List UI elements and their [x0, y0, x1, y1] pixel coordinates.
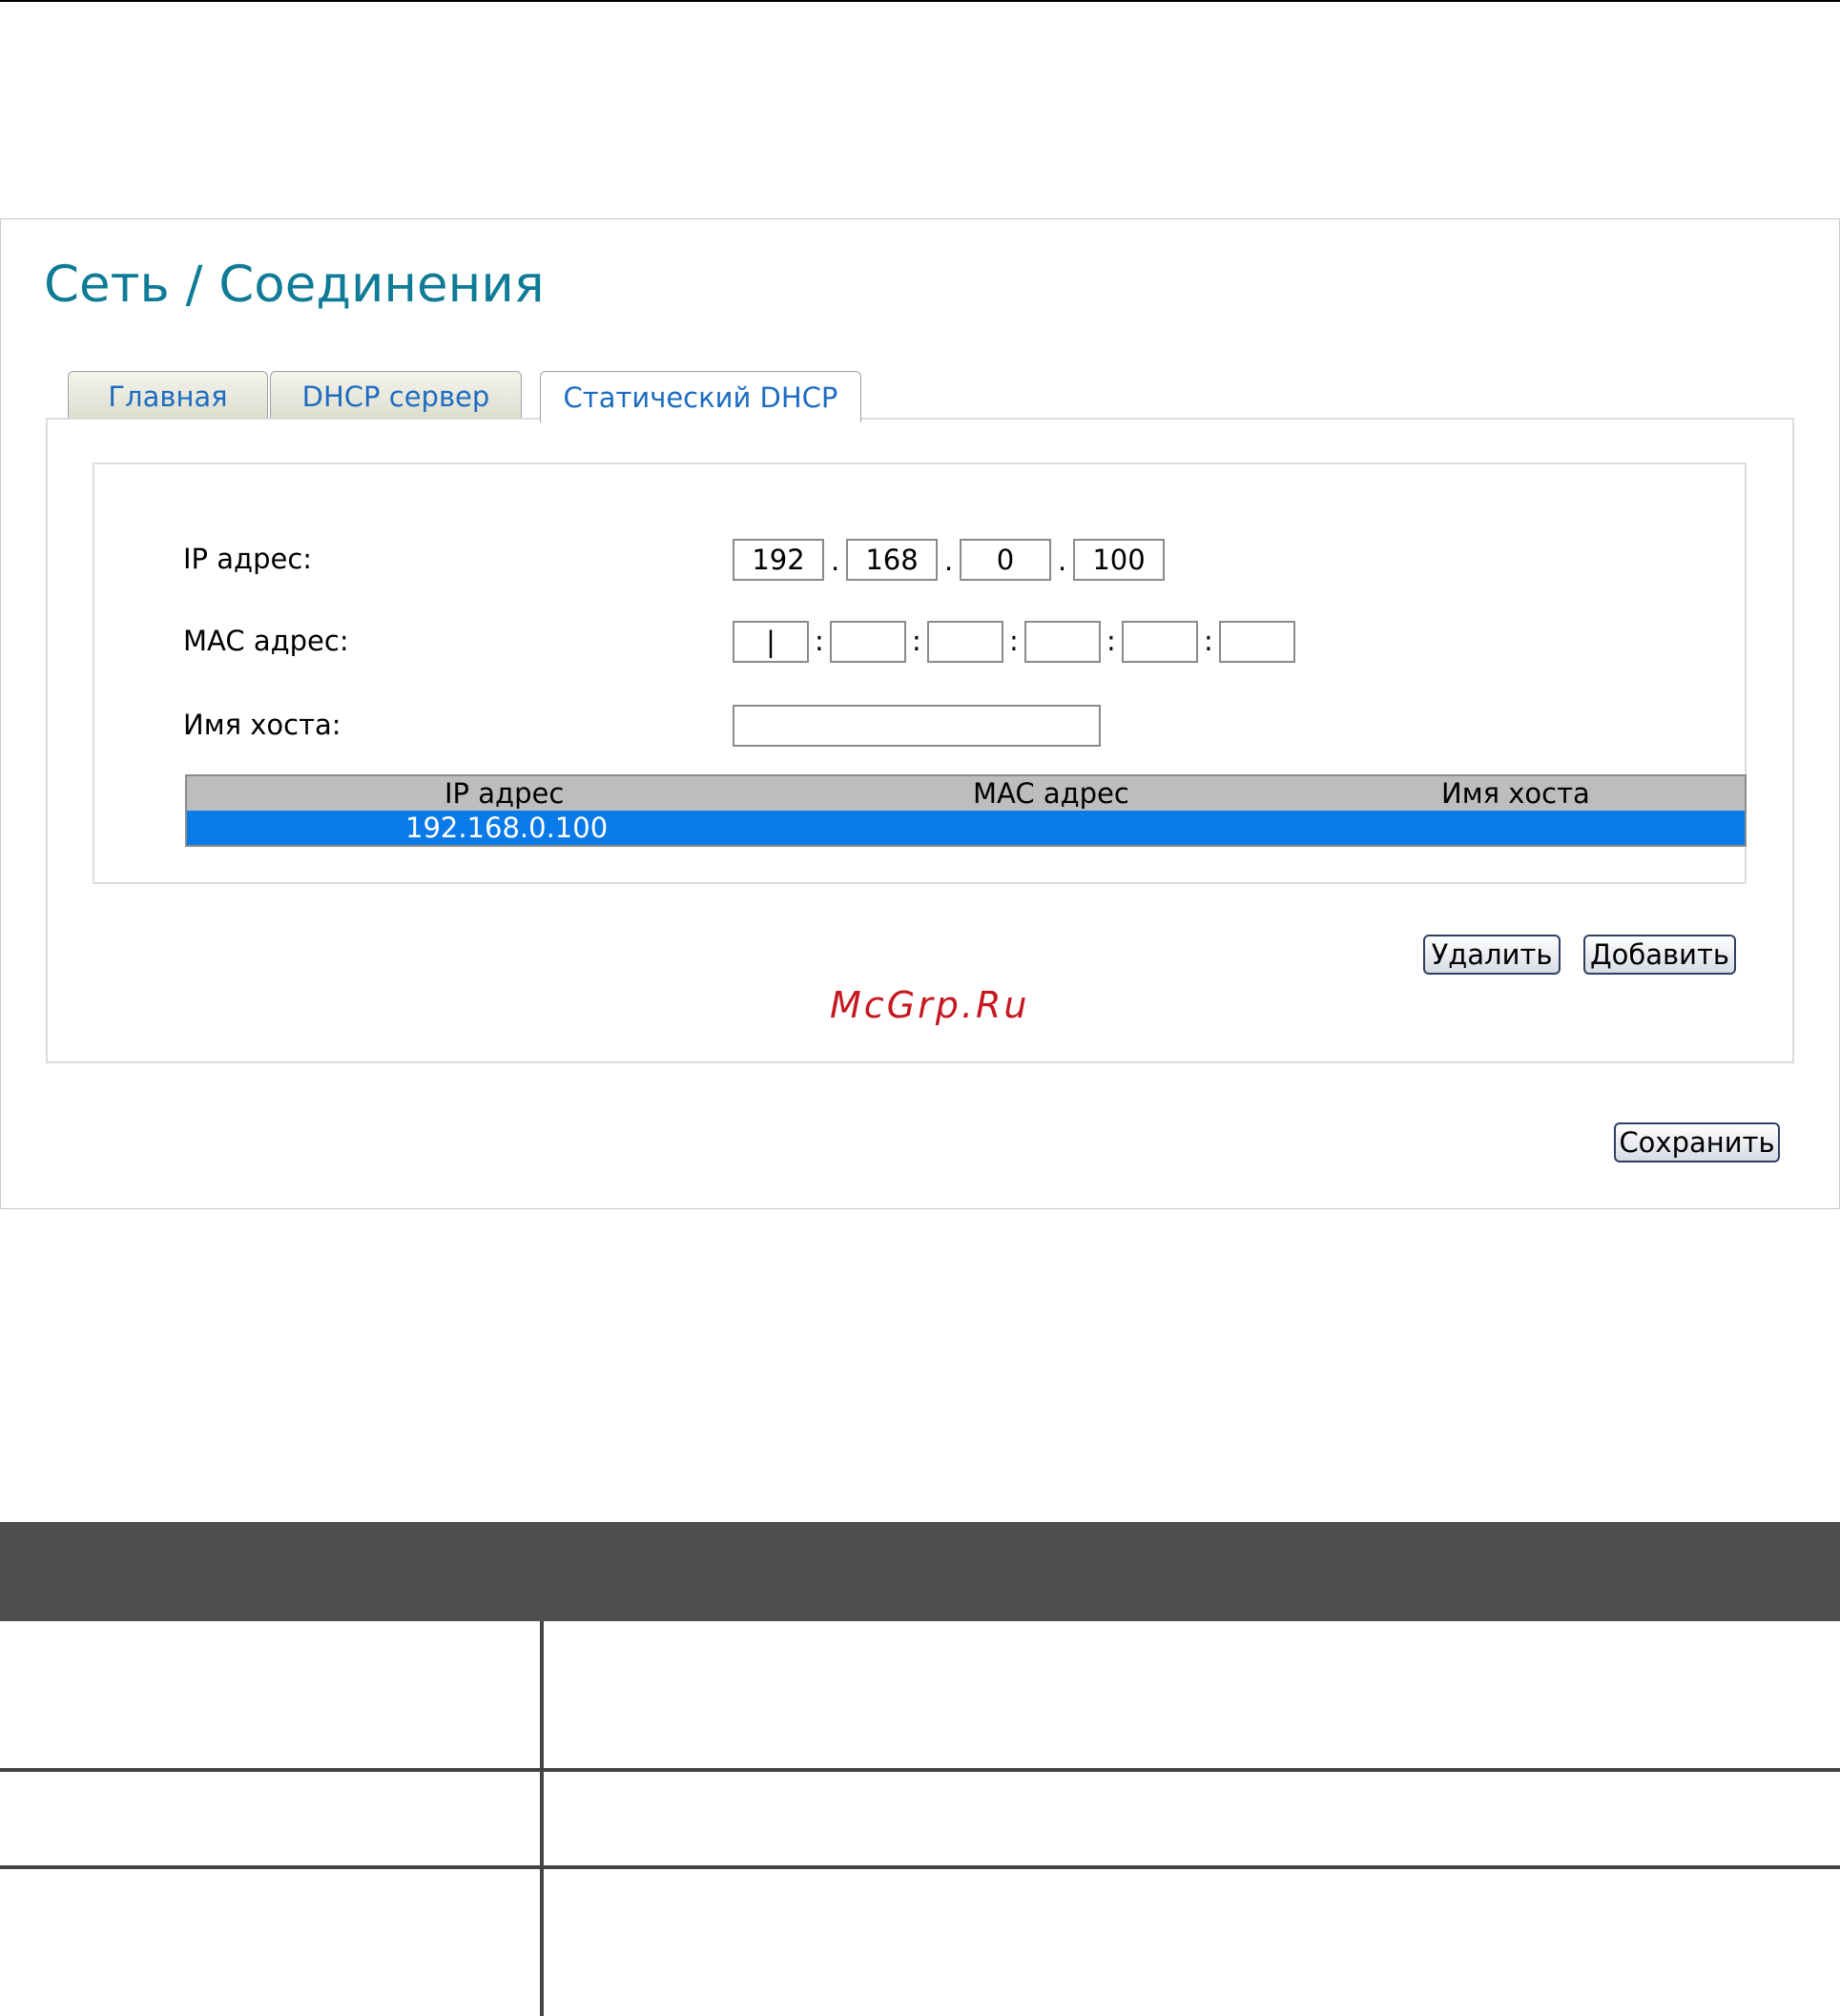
description-table-row — [0, 1772, 1840, 1869]
mac-octet-6-field[interactable] — [1219, 621, 1295, 663]
content-panel: IP адрес: 192 . 168 . 0 . 100 MAC адрес:… — [46, 418, 1794, 1063]
save-button[interactable]: Сохранить — [1614, 1122, 1780, 1162]
ip-octet-1-field[interactable]: 192 — [733, 539, 824, 581]
static-leases-table: IP адрес MAC адрес Имя хоста 192.168.0.1… — [185, 774, 1747, 847]
ip-octet-3-field[interactable]: 0 — [960, 539, 1051, 581]
mac-colon: : — [1204, 625, 1213, 657]
mac-address-label: MAC адрес: — [183, 625, 349, 657]
router-settings-screenshot: Сеть / Соединения Главная DHCP сервер Ст… — [0, 218, 1840, 1209]
mac-colon: : — [912, 625, 921, 657]
description-name-cell — [0, 1869, 544, 2016]
ip-octet-2-field[interactable]: 168 — [846, 539, 938, 581]
mac-colon: : — [1106, 625, 1116, 657]
mac-octet-4-field[interactable] — [1024, 621, 1101, 663]
mac-octet-2-field[interactable] — [830, 621, 906, 663]
page-title: Сеть / Соединения — [44, 256, 545, 314]
column-header-ip: IP адрес — [444, 777, 565, 810]
description-table-header — [0, 1522, 1840, 1621]
delete-button[interactable]: Удалить — [1423, 935, 1561, 975]
tab-dhcp-server[interactable]: DHCP сервер — [270, 371, 522, 421]
description-table-row — [0, 1621, 1840, 1772]
description-name-cell — [0, 1772, 544, 1865]
column-header-hostname: Имя хоста — [1441, 777, 1590, 810]
ip-address-label: IP адрес: — [183, 543, 313, 575]
description-table-row — [0, 1869, 1840, 2016]
table-header: IP адрес MAC адрес Имя хоста — [187, 776, 1745, 811]
mac-octet-5-field[interactable] — [1122, 621, 1198, 663]
table-row[interactable]: 192.168.0.100 — [187, 811, 1745, 845]
mac-colon: : — [815, 625, 824, 657]
watermark: McGrp.Ru — [830, 984, 1030, 1026]
tab-main[interactable]: Главная — [68, 371, 268, 421]
hostname-field[interactable] — [733, 705, 1101, 747]
top-rule — [0, 0, 1840, 2]
tab-static-dhcp[interactable]: Статический DHCP — [540, 371, 861, 422]
mac-octet-3-field[interactable] — [927, 621, 1003, 663]
ip-octet-4-field[interactable]: 100 — [1073, 539, 1165, 581]
ip-dot: . — [944, 545, 954, 577]
mac-octet-1-field[interactable]: | — [733, 621, 809, 663]
hostname-label: Имя хоста: — [183, 709, 341, 741]
column-header-mac: MAC адрес — [973, 777, 1129, 810]
ip-dot: . — [831, 545, 840, 577]
mac-colon: : — [1009, 625, 1019, 657]
add-button[interactable]: Добавить — [1583, 935, 1736, 975]
static-dhcp-form: IP адрес: 192 . 168 . 0 . 100 MAC адрес:… — [93, 463, 1747, 884]
description-name-cell — [0, 1621, 544, 1768]
ip-dot: . — [1058, 545, 1067, 577]
cell-ip: 192.168.0.100 — [405, 812, 609, 844]
